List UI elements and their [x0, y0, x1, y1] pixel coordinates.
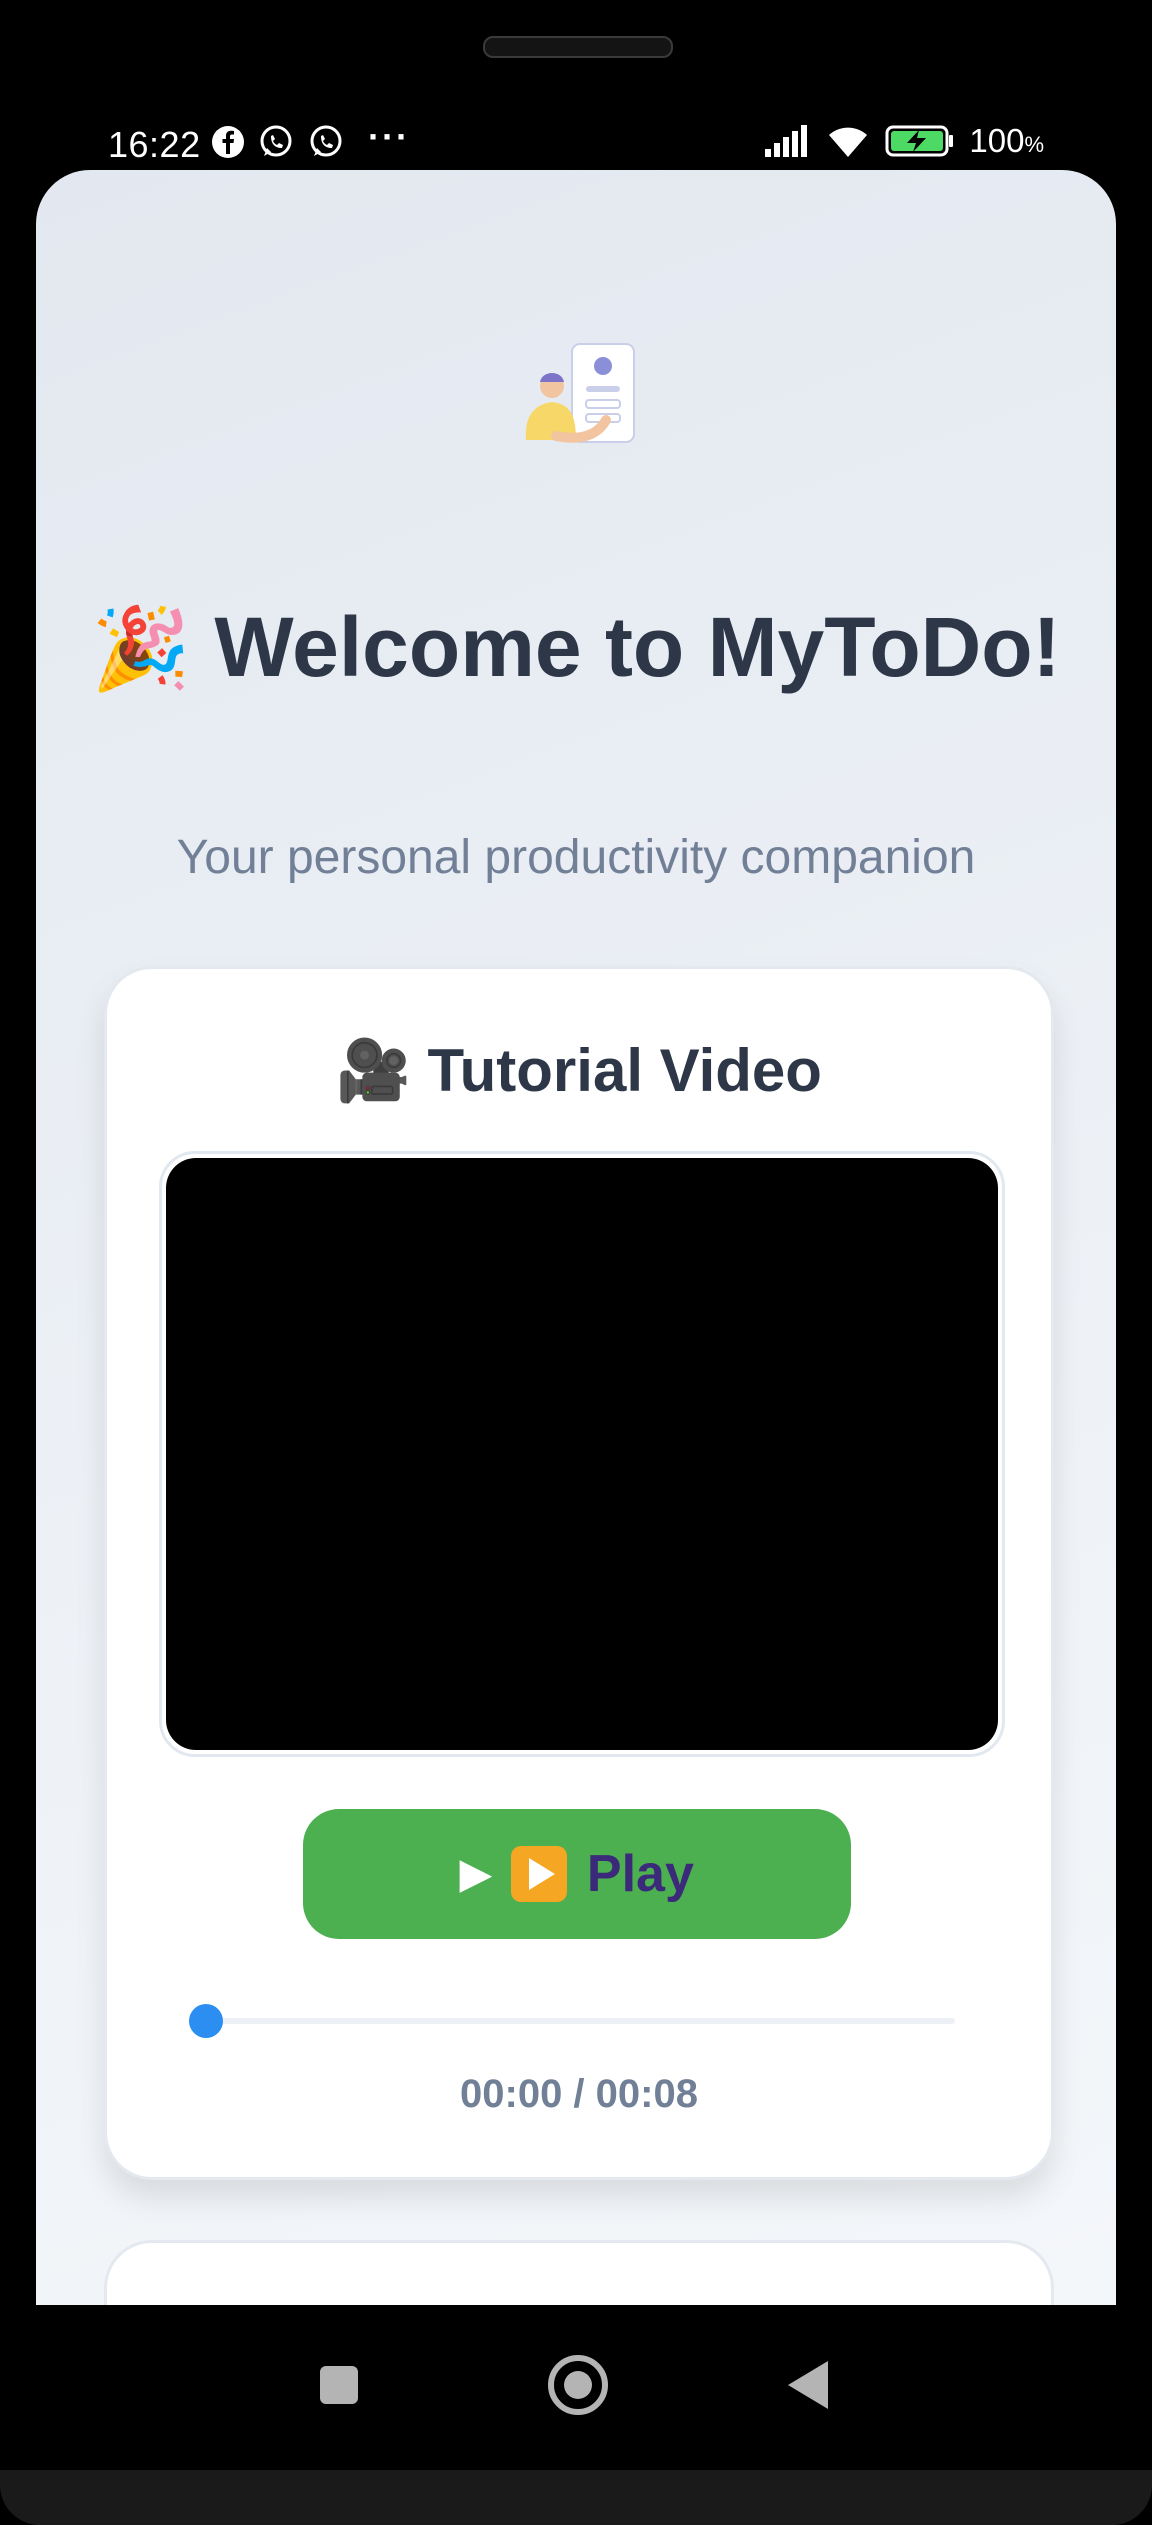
- recents-button[interactable]: [320, 2366, 358, 2404]
- welcome-heading: 🎉 Welcome to MyToDo!: [36, 595, 1116, 701]
- more-notifications-icon: ···: [368, 116, 410, 157]
- video-time-readout: 00:00 / 00:08: [460, 2072, 698, 2116]
- welcome-subtitle: Your personal productivity companion: [176, 831, 976, 884]
- status-time: 16:22: [108, 124, 201, 165]
- signal-icon: [765, 125, 808, 157]
- tutorial-card: 🎥 Tutorial Video ▶ Play 00:00 / 00:08: [104, 966, 1054, 2180]
- play-button-emoji-icon: [510, 1846, 567, 1902]
- battery-percent: 100%: [969, 122, 1044, 159]
- next-card: [104, 2240, 1054, 2305]
- movie-camera-icon: 🎥: [336, 1037, 411, 1104]
- whatsapp-icon: [310, 125, 342, 157]
- app-screen: 🎉 Welcome to MyToDo! Your personal produ…: [36, 170, 1116, 2305]
- facebook-icon: [212, 126, 244, 158]
- phone-frame: 16:22 ··· 100% 🎉 Welcome to MyToDo! Your…: [0, 0, 1152, 2525]
- status-right-group: 100%: [763, 122, 1044, 160]
- home-button[interactable]: [548, 2355, 608, 2415]
- video-frame: [159, 1151, 1005, 1757]
- welcome-illustration: [525, 343, 635, 443]
- battery-charging-icon: [885, 125, 954, 157]
- play-button-label: Play: [586, 1845, 694, 1903]
- wifi-icon: [829, 127, 868, 157]
- back-button[interactable]: [788, 2361, 828, 2409]
- phone-bottom-bezel: [0, 2470, 1152, 2525]
- party-popper-icon: 🎉: [91, 604, 192, 693]
- play-button[interactable]: ▶ Play: [303, 1809, 851, 1939]
- progress-knob[interactable]: [189, 2004, 223, 2038]
- system-navigation-bar: [0, 2305, 1152, 2470]
- home-dot-icon: [564, 2371, 592, 2399]
- tutorial-title-text: Tutorial Video: [427, 1037, 822, 1104]
- video-progress-slider[interactable]: [189, 2004, 955, 2038]
- video-player[interactable]: [166, 1158, 998, 1750]
- whatsapp-icon: [260, 125, 292, 157]
- play-triangle-icon: ▶: [460, 1852, 491, 1896]
- welcome-title-text: Welcome to MyToDo!: [214, 600, 1061, 694]
- tutorial-title: 🎥 Tutorial Video: [107, 1035, 1051, 1106]
- earpiece-speaker: [483, 36, 673, 58]
